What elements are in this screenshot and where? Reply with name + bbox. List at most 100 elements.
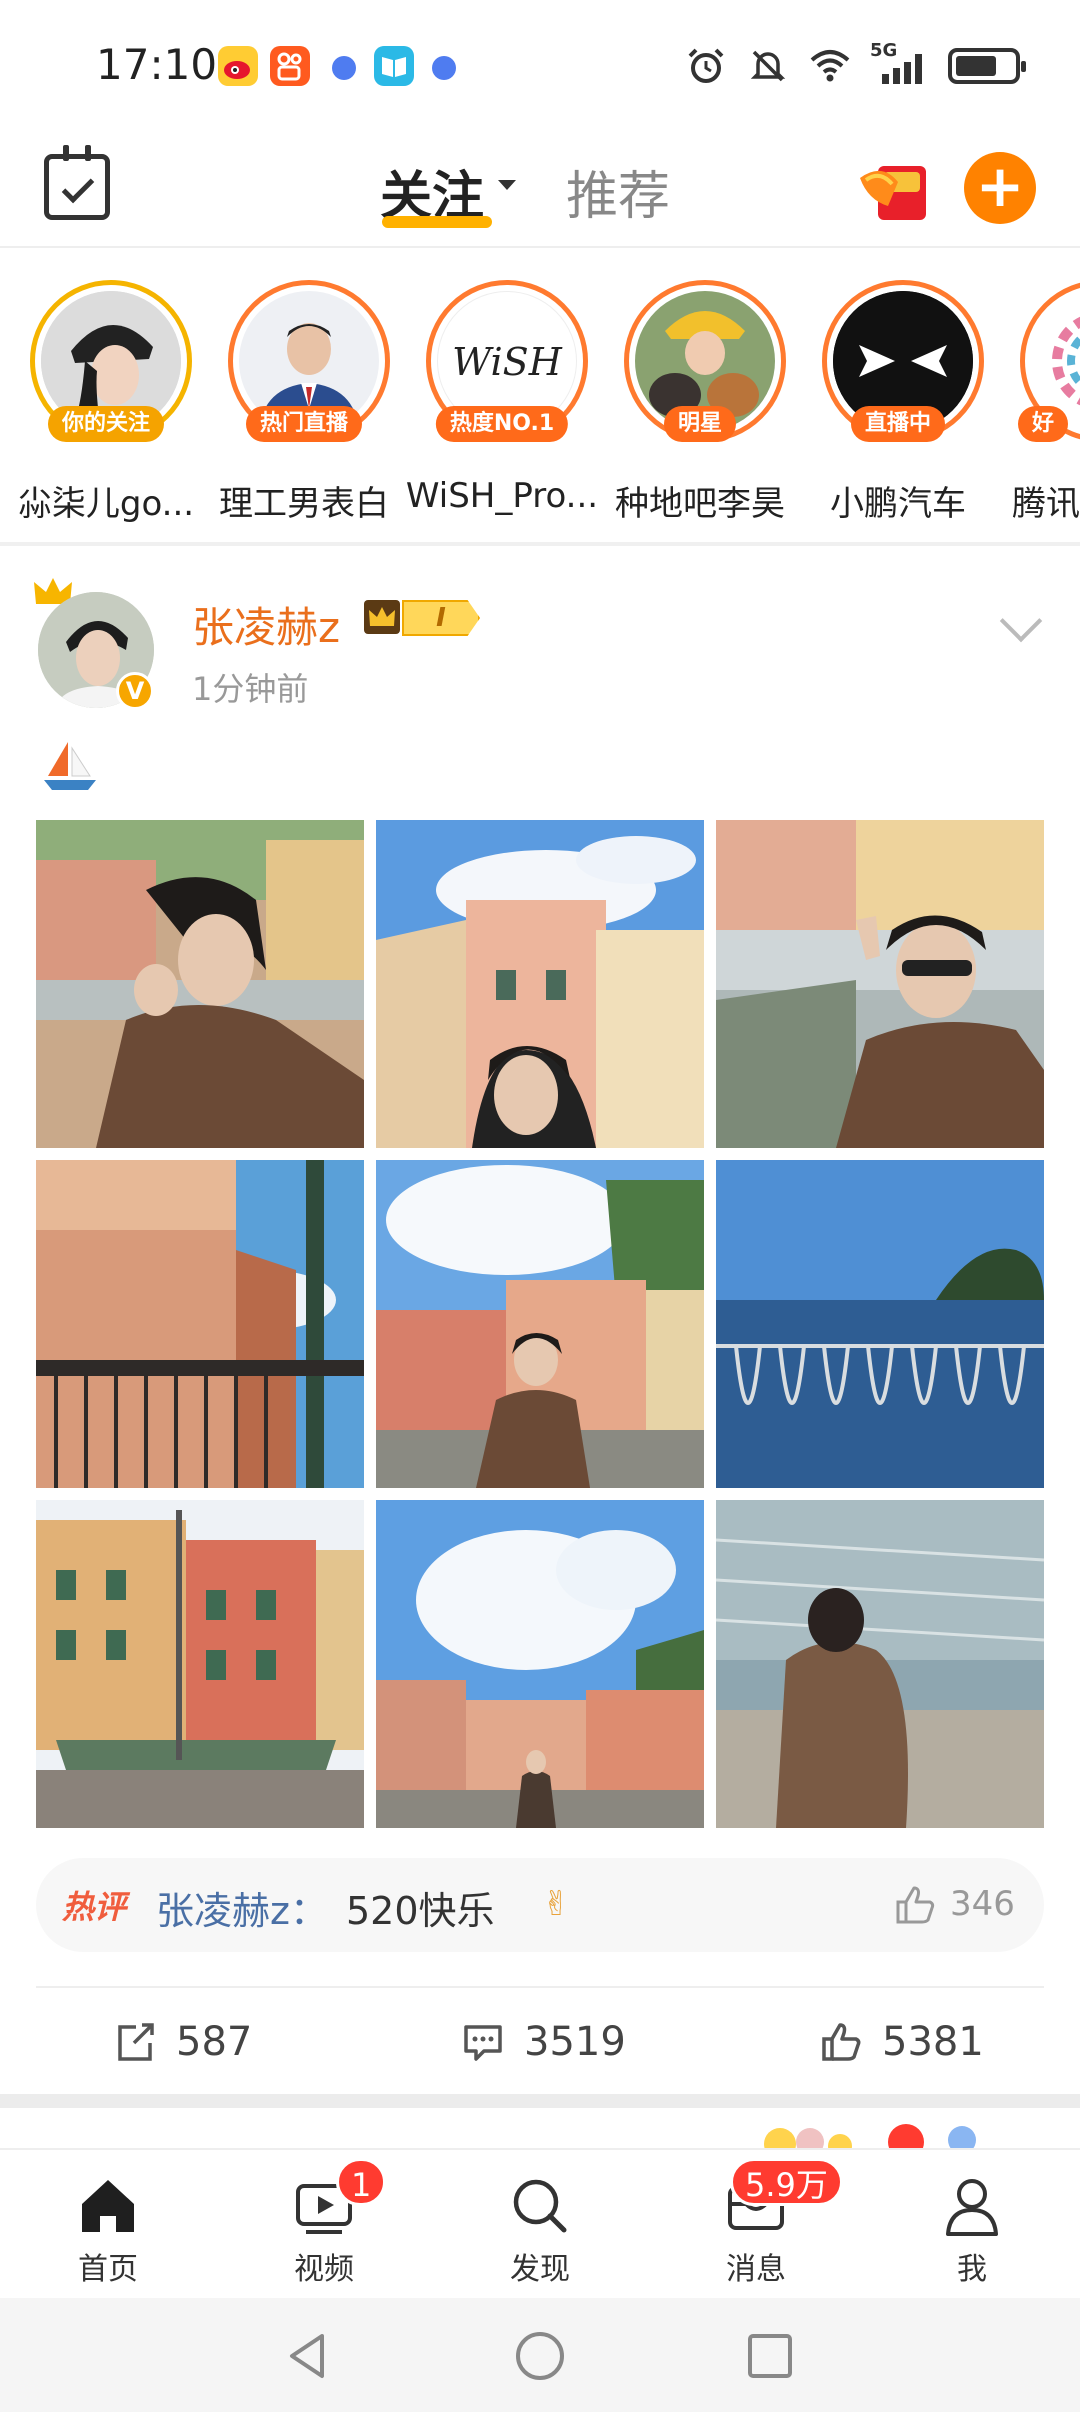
post-photo[interactable]: [376, 1500, 704, 1828]
home-circle-icon[interactable]: [512, 2328, 568, 2384]
post-photo[interactable]: [716, 1500, 1044, 1828]
status-bar: 17:10 5G: [0, 0, 1080, 130]
nav-label: 消息: [726, 2252, 786, 2287]
next-post-preview: [0, 2108, 1080, 2160]
nav-label: 首页: [78, 2252, 138, 2287]
nav-messages[interactable]: 5.9万 消息: [686, 2158, 843, 2294]
weibo-app-icon: [218, 46, 258, 86]
post-photo[interactable]: [716, 820, 1044, 1148]
chevron-down-icon[interactable]: [999, 599, 1043, 643]
thumbs-up-icon: [822, 2023, 861, 2061]
comment-button[interactable]: 3519: [460, 2014, 626, 2070]
profile-icon: [946, 2179, 998, 2236]
top-nav: 关注 推荐 +: [0, 130, 1080, 246]
story-badge: 热门直播: [245, 406, 363, 442]
bottom-nav: 首页 1 视频 发现 5.9万 消息 我: [0, 2148, 1080, 2298]
post-action-bar: 587 3519 5381: [36, 1990, 1044, 2094]
signal-icon: 5G: [870, 40, 930, 88]
story-item[interactable]: 明星 种地吧李昊: [600, 280, 800, 524]
post-photo[interactable]: [36, 1160, 364, 1488]
nav-home[interactable]: 首页: [38, 2164, 178, 2294]
hot-comment[interactable]: 热评 张凌赫z： 520快乐 ✌ 346: [36, 1858, 1044, 1952]
post-photo[interactable]: [376, 820, 704, 1148]
story-item[interactable]: WiSH 热度NO.1 WiSH_Pro...: [402, 280, 602, 520]
story-name: 腾讯: [1012, 484, 1080, 524]
story-badge: 直播中: [850, 406, 946, 442]
video-badge: 1: [336, 2158, 387, 2206]
dot-icon: [332, 56, 356, 80]
story-badge: 好: [1018, 406, 1069, 442]
nav-label: 发现: [510, 2252, 570, 2287]
vip-crown-icon[interactable]: [364, 600, 400, 634]
comment-icon: [464, 2025, 502, 2061]
status-indicators: 5G: [684, 40, 1026, 90]
story-badge: 明星: [663, 406, 737, 442]
wifi-icon: [810, 50, 850, 82]
story-item[interactable]: 你的关注 尛柒儿go...: [6, 280, 206, 524]
hot-comment-emoji: ✌: [542, 1884, 571, 1924]
dot-icon: [432, 56, 456, 80]
story-name: 小鹏汽车: [830, 484, 966, 524]
like-count: 5381: [882, 2019, 984, 2065]
back-icon[interactable]: [280, 2328, 336, 2384]
post-photo[interactable]: [36, 1500, 364, 1828]
thumbs-up-icon[interactable]: [892, 1882, 938, 1928]
nav-label: 我: [957, 2252, 987, 2287]
hot-comment-tag: 热评: [62, 1888, 127, 1926]
wish-logo: WiSH: [452, 340, 562, 384]
story-badge: 热度NO.1: [435, 406, 569, 442]
story-item[interactable]: 直播中 小鹏汽车: [798, 280, 998, 524]
story-item[interactable]: 热门直播 理工男表白: [204, 280, 404, 524]
recents-icon[interactable]: [742, 2328, 798, 2384]
system-nav-bar: [0, 2298, 1080, 2412]
nav-label: 视频: [294, 2252, 354, 2287]
kuaishou-app-icon: [270, 46, 310, 86]
story-name: 种地吧李昊: [615, 484, 785, 524]
alarm-icon: [688, 48, 724, 83]
share-icon: [118, 2023, 154, 2061]
post-photo[interactable]: [36, 820, 364, 1148]
stories-row: 你的关注 尛柒儿go... 热门直播 理工男表白 WiSH 热度NO.1 WiS…: [0, 260, 1080, 530]
network-type: 5G: [870, 40, 898, 61]
repost-count: 587: [176, 2019, 253, 2065]
section-divider: [0, 542, 1080, 546]
comment-count: 3519: [524, 2019, 626, 2065]
story-name: 理工男表白: [219, 484, 389, 524]
post-author[interactable]: 张凌赫z: [192, 594, 340, 655]
red-packet-icon[interactable]: [858, 156, 932, 222]
compose-plus-button[interactable]: +: [964, 152, 1036, 224]
vip-level-badge[interactable]: I: [402, 600, 480, 636]
message-badge: 5.9万: [730, 2158, 843, 2206]
nav-profile[interactable]: 我: [902, 2164, 1042, 2294]
sailboat-emoji-icon: [44, 742, 96, 790]
post-photo[interactable]: [716, 1160, 1044, 1488]
divider: [0, 246, 1080, 248]
photo-grid: [36, 820, 1044, 1832]
like-button[interactable]: 5381: [818, 2014, 984, 2070]
nav-discover[interactable]: 发现: [470, 2164, 610, 2294]
verified-badge-icon: V: [116, 672, 154, 710]
hot-comment-text: 520快乐: [346, 1889, 495, 1933]
hot-comment-author[interactable]: 张凌赫z：: [156, 1880, 328, 1935]
nav-video[interactable]: 1 视频: [254, 2158, 394, 2294]
caret-down-icon[interactable]: [498, 180, 516, 190]
story-name: WiSH_Pro...: [405, 476, 599, 516]
calendar-checkin-button[interactable]: [44, 145, 110, 220]
post-header: V 张凌赫z I 1分钟前: [0, 560, 1080, 720]
check-icon: [61, 170, 95, 204]
post-time: 1分钟前: [192, 670, 309, 708]
post-photo[interactable]: [376, 1160, 704, 1488]
mute-icon: [750, 50, 786, 82]
search-icon: [513, 2179, 567, 2233]
hot-comment-like-count: 346: [950, 1884, 1015, 1924]
story-name: 尛柒儿go...: [17, 484, 195, 524]
reader-app-icon: [374, 46, 414, 86]
story-item[interactable]: 好 腾讯: [996, 280, 1080, 524]
status-time: 17:10: [96, 40, 218, 89]
divider: [36, 1986, 1044, 1988]
active-tab-indicator: [382, 216, 492, 228]
battery-icon: [948, 48, 1026, 84]
tab-recommend[interactable]: 推荐: [566, 154, 670, 229]
repost-button[interactable]: 587: [112, 2014, 252, 2070]
home-icon: [82, 2180, 134, 2232]
